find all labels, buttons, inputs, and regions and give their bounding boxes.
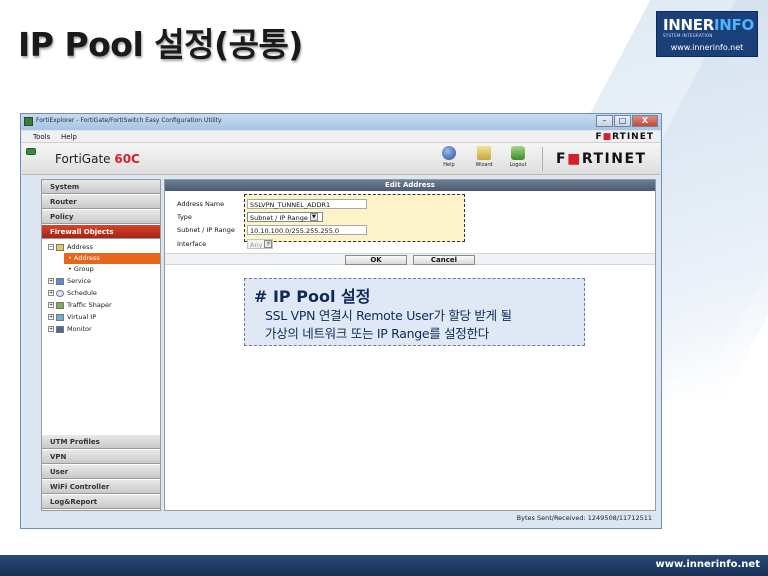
callout-line-2: 가상의 네트워크 또는 IP Range를 설정한다 bbox=[265, 326, 489, 341]
device-name: FortiGate 60C bbox=[55, 152, 140, 166]
expand-icon[interactable]: + bbox=[48, 278, 54, 284]
menu-help[interactable]: Help bbox=[61, 133, 77, 141]
collapse-icon[interactable]: − bbox=[48, 244, 54, 250]
fortinet-logo: F■RTINET bbox=[556, 151, 647, 167]
slide-title: IP Pool 설정(공통) bbox=[18, 25, 303, 64]
type-label: Type bbox=[177, 213, 192, 221]
close-button[interactable]: X bbox=[632, 115, 658, 127]
tree-service[interactable]: + Service bbox=[48, 276, 91, 287]
tree-label: Service bbox=[67, 277, 92, 285]
traffic-status: Bytes Sent/Received: 1249508/11712511 bbox=[516, 514, 652, 522]
tree-monitor[interactable]: + Monitor bbox=[48, 324, 92, 335]
menubar: Tools Help F■RTINET bbox=[22, 131, 660, 143]
wizard-label: Wizard bbox=[475, 162, 493, 168]
expand-icon[interactable]: + bbox=[48, 302, 54, 308]
tree-label: Address bbox=[73, 254, 100, 262]
leaf-icon bbox=[26, 148, 36, 155]
tree-schedule[interactable]: + Schedule bbox=[48, 288, 97, 299]
help-button[interactable]: Help bbox=[434, 146, 464, 172]
subnet-input[interactable]: 10.10.100.0/255.255.255.0 bbox=[247, 225, 367, 235]
left-nav: System Router Policy Firewall Objects − A… bbox=[41, 179, 161, 511]
annotation-callout: # IP Pool 설정 SSL VPN 연결시 Remote User가 할당… bbox=[244, 278, 585, 346]
type-select[interactable]: Subnet / IP Range ▼ bbox=[247, 212, 323, 222]
minimize-button[interactable]: – bbox=[596, 115, 613, 127]
expand-icon[interactable]: + bbox=[48, 326, 54, 332]
clock-icon bbox=[56, 289, 64, 297]
innerinfo-logo: INNERINFO SYSTEM INTEGRATION www.innerin… bbox=[656, 11, 758, 57]
virtual-ip-icon bbox=[56, 313, 64, 321]
tree-label: Schedule bbox=[67, 289, 97, 297]
interface-value: Any bbox=[250, 241, 263, 249]
callout-line-1: SSL VPN 연결시 Remote User가 할당 받게 될 bbox=[265, 308, 512, 323]
callout-title: # IP Pool 설정 bbox=[254, 287, 371, 306]
nav-firewall-objects[interactable]: Firewall Objects bbox=[42, 225, 160, 239]
service-icon bbox=[56, 277, 64, 285]
logo-url: www.innerinfo.net bbox=[670, 43, 744, 52]
status-bar: Bytes Sent/Received: 1249508/11712511 bbox=[22, 512, 660, 524]
logo-name: INNERINFO bbox=[663, 16, 754, 34]
slide: IP Pool 설정(공통) INNERINFO SYSTEM INTEGRAT… bbox=[0, 0, 768, 576]
logout-button[interactable]: Logout bbox=[503, 146, 533, 172]
wizard-button[interactable]: Wizard bbox=[469, 146, 499, 172]
wizard-icon bbox=[477, 146, 491, 160]
tree-label: Address bbox=[67, 243, 93, 251]
nav-router[interactable]: Router bbox=[42, 195, 160, 209]
expand-icon[interactable]: + bbox=[48, 290, 54, 296]
maximize-button[interactable]: □ bbox=[614, 115, 631, 127]
nav-utm-profiles[interactable]: UTM Profiles bbox=[42, 435, 160, 449]
window-title: FortiExplorer - FortiGate/FortiSwitch Ea… bbox=[36, 117, 222, 124]
logout-icon bbox=[511, 146, 525, 160]
cancel-button[interactable]: Cancel bbox=[413, 255, 475, 265]
interface-select: Any ▼ bbox=[247, 239, 273, 249]
tree-label: Group bbox=[73, 265, 94, 273]
form-button-bar: OK Cancel bbox=[165, 253, 655, 265]
subnet-label: Subnet / IP Range bbox=[177, 226, 235, 234]
nav-user[interactable]: User bbox=[42, 465, 160, 479]
tree-address[interactable]: − Address bbox=[48, 242, 93, 253]
address-name-label: Address Name bbox=[177, 200, 225, 208]
type-value: Subnet / IP Range bbox=[250, 214, 308, 222]
tree-label: Traffic Shaper bbox=[67, 301, 112, 309]
help-label: Help bbox=[443, 162, 455, 168]
shaper-icon bbox=[56, 301, 64, 309]
nav-wifi-controller[interactable]: WiFi Controller bbox=[42, 480, 160, 494]
interface-label: Interface bbox=[177, 240, 207, 248]
folder-icon bbox=[56, 243, 64, 251]
expand-icon[interactable]: + bbox=[48, 314, 54, 320]
toolbar-divider bbox=[542, 147, 543, 171]
panel-header: Edit Address bbox=[165, 180, 655, 191]
tree-group[interactable]: • Group bbox=[68, 264, 94, 275]
chevron-down-icon: ▼ bbox=[264, 240, 273, 248]
app-icon bbox=[24, 117, 33, 126]
logo-subtitle: SYSTEM INTEGRATION bbox=[663, 33, 713, 38]
toolbar: FortiGate 60C Help Wizard Logout F■RTINE… bbox=[22, 143, 660, 175]
nav-policy[interactable]: Policy bbox=[42, 210, 160, 224]
window-titlebar[interactable]: FortiExplorer - FortiGate/FortiSwitch Ea… bbox=[21, 114, 661, 130]
nav-vpn[interactable]: VPN bbox=[42, 450, 160, 464]
tree-label: Virtual IP bbox=[67, 313, 97, 321]
fortinet-logo-small: F■RTINET bbox=[595, 132, 654, 142]
help-icon bbox=[442, 146, 456, 160]
nav-log-report[interactable]: Log&Report bbox=[42, 495, 160, 509]
menu-tools[interactable]: Tools bbox=[33, 133, 50, 141]
monitor-icon bbox=[56, 325, 64, 333]
ok-button[interactable]: OK bbox=[345, 255, 407, 265]
tree-label: Monitor bbox=[67, 325, 92, 333]
logout-label: Logout bbox=[509, 162, 527, 168]
tree-address-child[interactable]: • Address bbox=[64, 253, 160, 264]
tree-traffic-shaper[interactable]: + Traffic Shaper bbox=[48, 300, 112, 311]
nav-system[interactable]: System bbox=[42, 180, 160, 194]
window-controls: – □ X bbox=[596, 115, 658, 127]
footer-bar: www.innerinfo.net bbox=[0, 555, 768, 576]
tree-virtual-ip[interactable]: + Virtual IP bbox=[48, 312, 96, 323]
chevron-down-icon: ▼ bbox=[309, 213, 318, 221]
footer-url[interactable]: www.innerinfo.net bbox=[655, 559, 760, 570]
address-name-input[interactable]: SSLVPN_TUNNEL_ADDR1 bbox=[247, 199, 367, 209]
